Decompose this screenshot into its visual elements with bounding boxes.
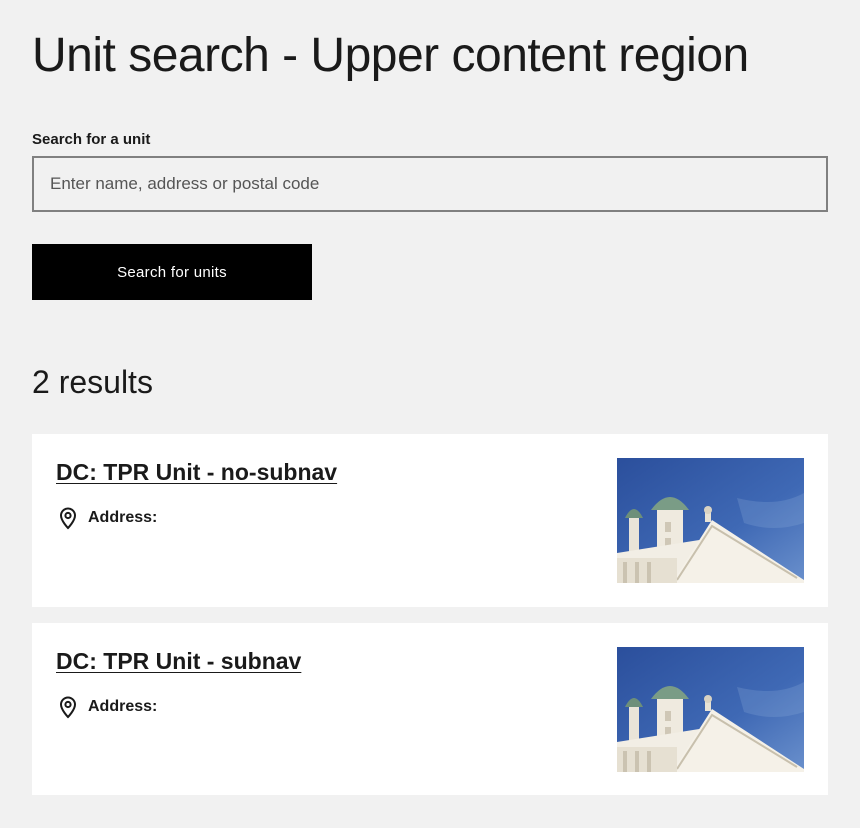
search-input[interactable] <box>32 156 828 212</box>
location-pin-icon <box>56 695 80 719</box>
address-row: Address: <box>56 695 157 719</box>
address-label: Address: <box>88 698 158 715</box>
page-title: Unit search - Upper content region <box>32 29 749 82</box>
result-title-link[interactable]: DC: TPR Unit - no-subnav <box>56 458 337 486</box>
search-label: Search for a unit <box>32 131 151 148</box>
result-title-link[interactable]: DC: TPR Unit - subnav <box>56 647 301 675</box>
location-pin-icon <box>56 506 80 530</box>
result-card: DC: TPR Unit - subnav Address: <box>32 623 828 795</box>
unit-image <box>617 458 804 583</box>
search-button[interactable]: Search for units <box>32 244 312 300</box>
result-card: DC: TPR Unit - no-subnav Address: <box>32 434 828 607</box>
unit-image <box>617 647 804 772</box>
page: Unit search - Upper content region Searc… <box>0 0 860 828</box>
results-count: 2 results <box>32 364 153 400</box>
address-row: Address: <box>56 506 157 530</box>
address-label: Address: <box>88 509 158 526</box>
